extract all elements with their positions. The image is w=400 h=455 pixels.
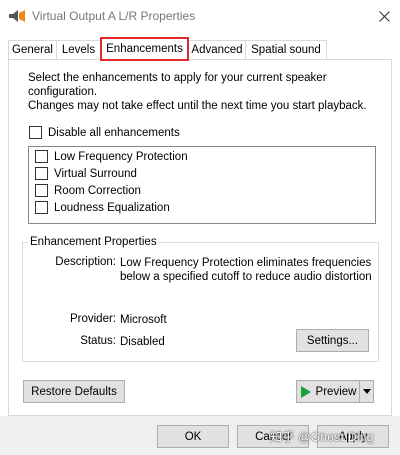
list-item-label: Low Frequency Protection: [54, 150, 188, 163]
disable-all-label: Disable all enhancements: [48, 126, 180, 139]
description-line-1: Select the enhancements to apply for you…: [28, 72, 327, 98]
ok-button[interactable]: OK: [157, 425, 229, 448]
tab-advanced[interactable]: Advanced: [188, 40, 246, 60]
preview-button[interactable]: Preview: [296, 380, 374, 403]
checkbox-box[interactable]: [35, 167, 48, 180]
restore-defaults-button[interactable]: Restore Defaults: [23, 380, 125, 403]
checkbox-box[interactable]: [29, 126, 42, 139]
list-item-label: Virtual Surround: [54, 167, 137, 180]
list-item-label: Loudness Equalization: [54, 201, 170, 214]
list-item-loudness-equalization[interactable]: Loudness Equalization: [35, 201, 170, 214]
play-icon: [300, 385, 311, 398]
provider-label: Provider:: [69, 313, 116, 325]
close-button[interactable]: [368, 0, 400, 32]
disable-all-checkbox[interactable]: Disable all enhancements: [29, 126, 180, 139]
tab-enhancements[interactable]: Enhancements: [100, 37, 189, 61]
description-label: Description:: [55, 256, 116, 268]
close-icon: [378, 10, 390, 22]
list-item-low-frequency-protection[interactable]: Low Frequency Protection: [35, 150, 188, 163]
provider-value: Microsoft: [120, 314, 167, 326]
enhancements-description: Select the enhancements to apply for you…: [28, 71, 378, 113]
watermark: 知乎 @Ghost Ding: [270, 430, 374, 444]
checkbox-box[interactable]: [35, 201, 48, 214]
tab-spatial-sound[interactable]: Spatial sound: [245, 40, 327, 60]
tab-levels[interactable]: Levels: [56, 40, 101, 60]
description-value: Low Frequency Protection eliminates freq…: [120, 256, 380, 284]
list-item-virtual-surround[interactable]: Virtual Surround: [35, 167, 137, 180]
speaker-icon: [9, 10, 25, 22]
checkbox-box[interactable]: [35, 150, 48, 163]
tab-strip: General Levels Enhancements Advanced Spa…: [8, 37, 392, 61]
description-value-line-2: below a specified cutoff to reduce audio…: [120, 271, 372, 283]
preview-main-button[interactable]: Preview: [297, 381, 359, 402]
list-item-label: Room Correction: [54, 184, 141, 197]
list-item-room-correction[interactable]: Room Correction: [35, 184, 141, 197]
description-value-line-1: Low Frequency Protection eliminates freq…: [120, 257, 372, 269]
status-label: Status:: [80, 335, 116, 347]
group-label: Enhancement Properties: [28, 236, 159, 248]
enhancements-list[interactable]: Low Frequency Protection Virtual Surroun…: [28, 146, 376, 224]
preview-label: Preview: [315, 385, 357, 398]
preview-dropdown-button[interactable]: [359, 381, 373, 402]
title-bar: Virtual Output A L/R Properties: [0, 0, 400, 32]
tab-general[interactable]: General: [8, 40, 57, 60]
chevron-down-icon: [362, 389, 371, 394]
settings-button[interactable]: Settings...: [296, 329, 369, 352]
window-title: Virtual Output A L/R Properties: [32, 9, 196, 23]
checkbox-box[interactable]: [35, 184, 48, 197]
description-line-2: Changes may not take effect until the ne…: [28, 100, 367, 112]
